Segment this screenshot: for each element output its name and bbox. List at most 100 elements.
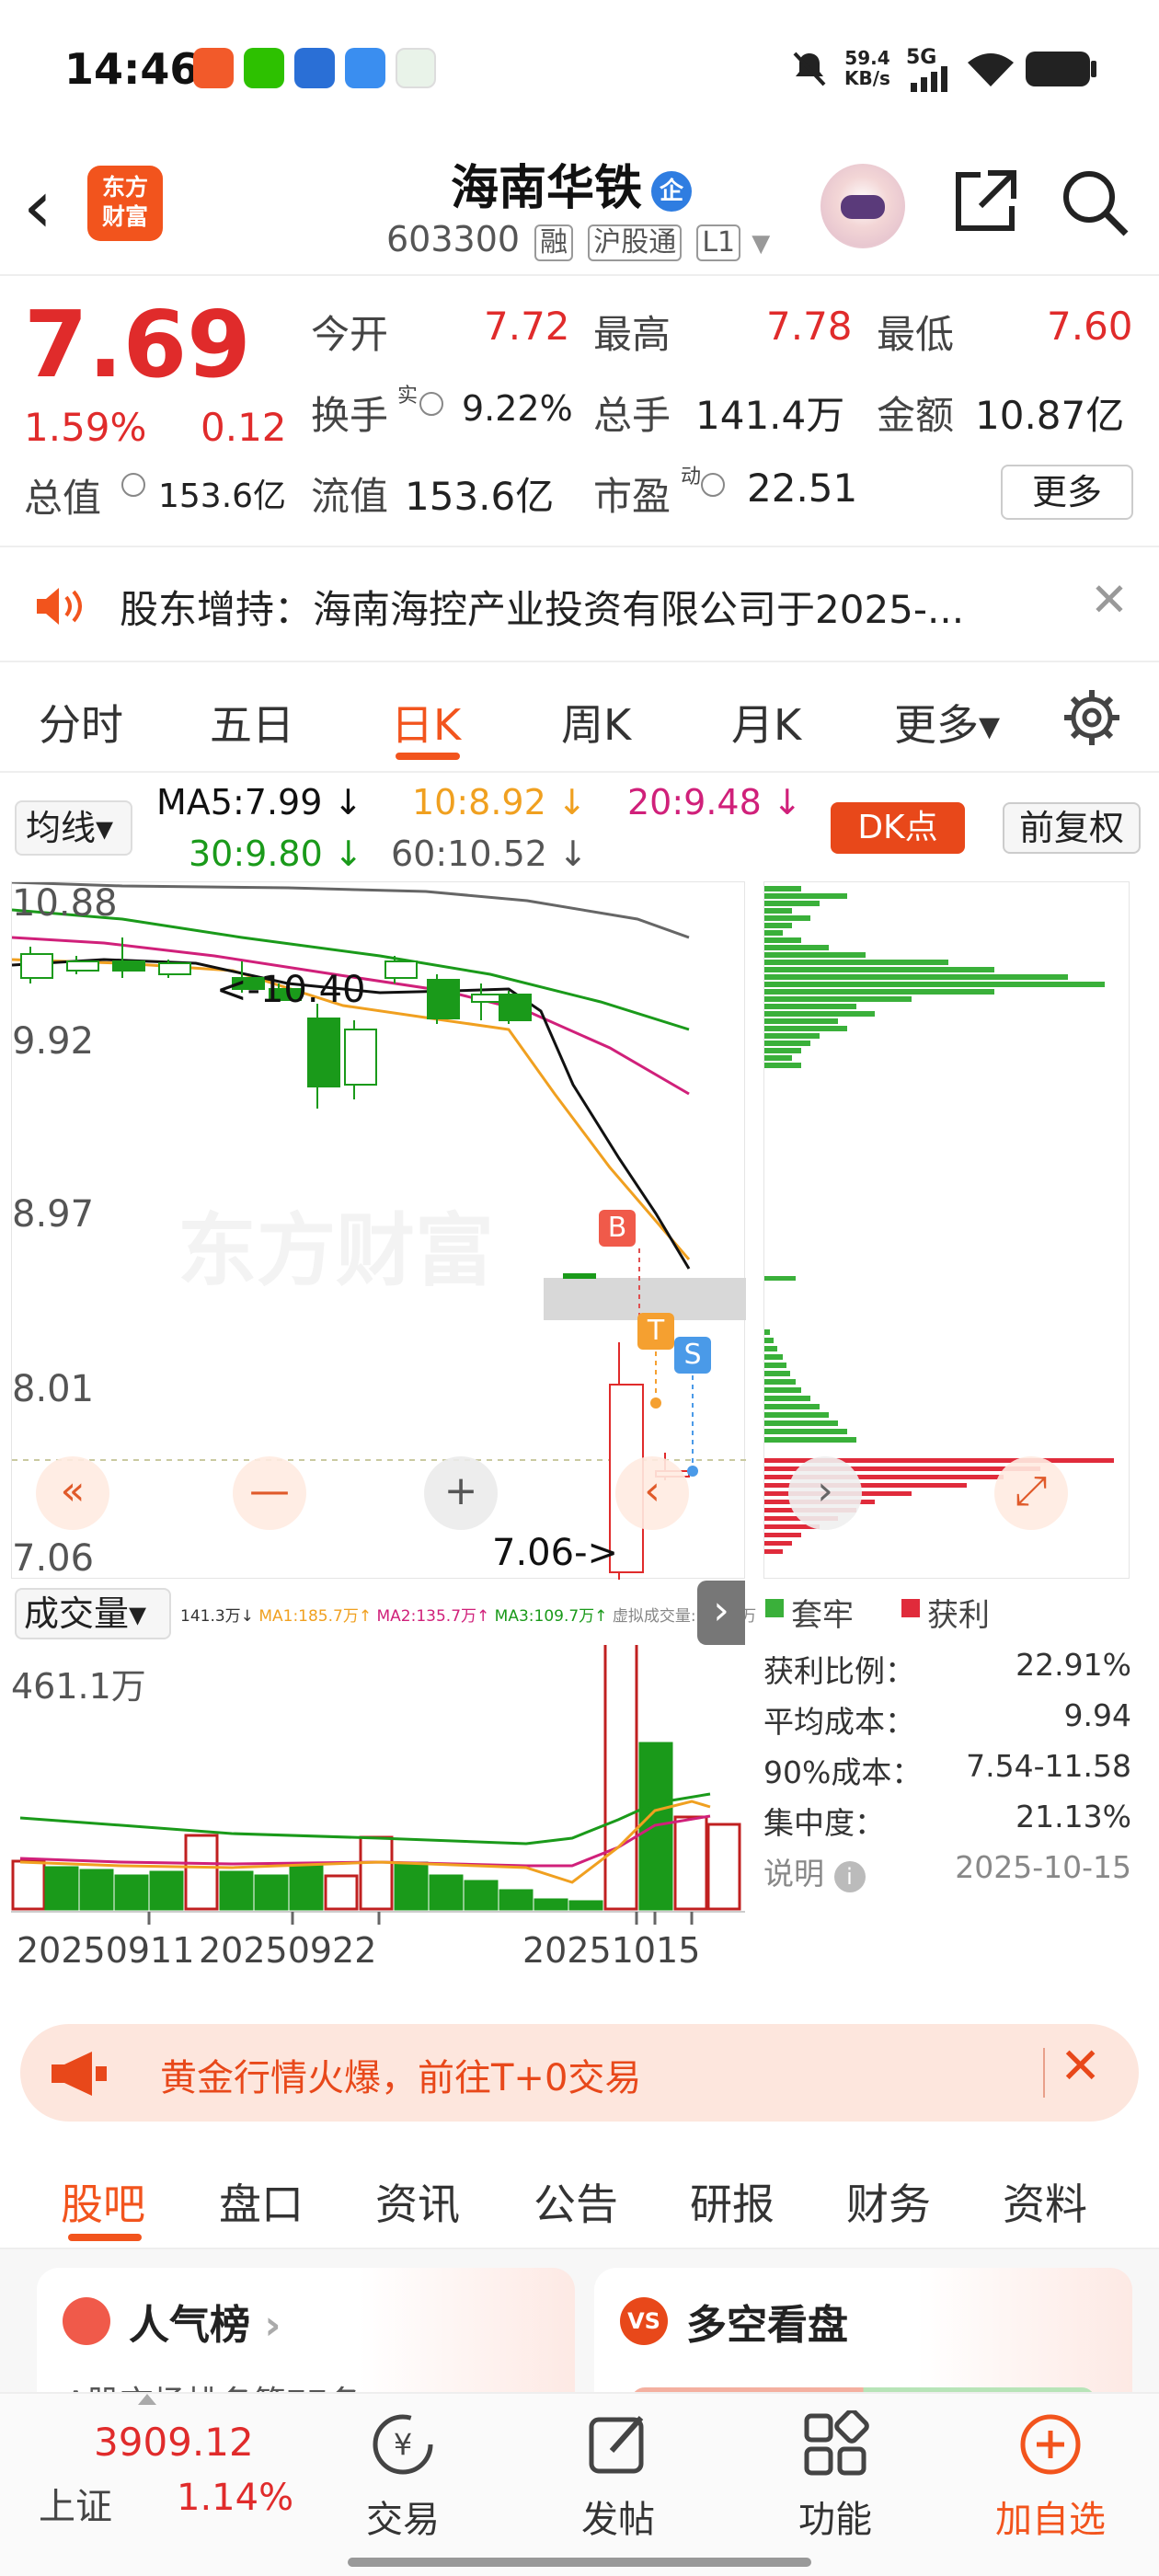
- amount-value: 10.87亿: [975, 393, 1125, 438]
- volume-bar: [359, 1835, 394, 1911]
- more-button[interactable]: 更多: [1001, 465, 1133, 520]
- note-row[interactable]: 说明 i 2025-10-15: [763, 1849, 1131, 1900]
- wechat-icon: [244, 48, 284, 88]
- buy-signal-icon[interactable]: B: [599, 1210, 636, 1247]
- y-label: 10.88: [12, 882, 118, 925]
- info-icon[interactable]: [695, 473, 730, 497]
- notice-bar[interactable]: 股东增持：海南海控产业投资有限公司于2025-... ✕: [0, 547, 1159, 662]
- volume-bar: [394, 1861, 429, 1911]
- chip-bar: [764, 1437, 856, 1443]
- grid-icon: [804, 2409, 869, 2476]
- zoom-in-icon[interactable]: +: [424, 1456, 498, 1530]
- long-short-card[interactable]: VS 多空看盘: [594, 2268, 1132, 2397]
- prev-icon[interactable]: ‹: [615, 1456, 689, 1530]
- sell-signal-icon[interactable]: S: [674, 1337, 711, 1374]
- volume-header: 成交量▾ 141.3万↓ MA1:185.7万↑ MA2:135.7万↑ MA3…: [11, 1581, 756, 1645]
- chip-bar: [764, 1404, 820, 1409]
- chip-bar: [764, 1338, 774, 1343]
- tab-profile[interactable]: 资料: [1003, 2171, 1087, 2232]
- expand-panel-icon[interactable]: ›: [697, 1581, 745, 1645]
- stock-header: ‹ 东方 财富 海南华铁企 603300 融 沪股通 L1 ▼: [0, 138, 1159, 276]
- tab-research[interactable]: 研报: [690, 2171, 775, 2232]
- adjust-button[interactable]: 前复权: [1003, 802, 1141, 854]
- scroll-left-icon[interactable]: «: [36, 1456, 109, 1530]
- tab-monthly-k[interactable]: 月K: [731, 692, 801, 753]
- volume-bar: [673, 1815, 708, 1911]
- megaphone-icon: [52, 2052, 107, 2096]
- info-icon[interactable]: [414, 392, 449, 416]
- vs-icon: VS: [620, 2297, 668, 2345]
- tab-intraday[interactable]: 分时: [39, 692, 123, 753]
- volume-select[interactable]: 成交量▾: [15, 1588, 171, 1639]
- t-signal-icon[interactable]: T: [637, 1313, 674, 1350]
- add-watchlist-button[interactable]: 加自选: [986, 2410, 1115, 2543]
- back-button[interactable]: ‹: [23, 170, 52, 244]
- candle-body: [112, 960, 145, 972]
- turnover-value: 9.22%: [462, 388, 573, 429]
- trade-button[interactable]: ¥ 交易: [339, 2410, 467, 2543]
- profit-swatch: [901, 1599, 920, 1617]
- chip-bar: [764, 1055, 792, 1061]
- dk-points-button[interactable]: DK点: [831, 802, 965, 854]
- signal-dot: [687, 1466, 698, 1477]
- post-button[interactable]: 发帖: [554, 2410, 683, 2543]
- speaker-icon: [37, 588, 82, 625]
- change-value: 0.12: [201, 405, 287, 450]
- tab-underline: [396, 753, 460, 760]
- tab-weekly-k[interactable]: 周K: [561, 692, 631, 753]
- y-label: 8.01: [12, 1368, 95, 1410]
- chip-bar: [764, 1396, 810, 1401]
- promo-banner[interactable]: 黄金行情火爆，前往T+0交易 ✕: [20, 2024, 1139, 2122]
- pe-label: 市盈: [593, 474, 671, 519]
- chip-bar: [764, 1549, 783, 1554]
- expand-icon[interactable]: ⤢: [994, 1456, 1068, 1530]
- chip-bar: [764, 901, 820, 906]
- ma-select[interactable]: 均线▾: [15, 800, 132, 856]
- mute-icon: [793, 52, 826, 86]
- close-icon[interactable]: ✕: [1060, 2037, 1101, 2095]
- chip-bar: [764, 989, 994, 995]
- volume-bar: [11, 1859, 46, 1911]
- tab-more[interactable]: 更多▾: [894, 692, 1000, 753]
- functions-button[interactable]: 功能: [771, 2409, 900, 2543]
- chip-distribution[interactable]: › ⤢: [763, 881, 1130, 1579]
- tag-level: L1: [696, 224, 741, 261]
- volume-bar: [184, 1834, 219, 1911]
- watermark: 东方财富: [178, 1205, 494, 1297]
- assistant-robot-icon[interactable]: [820, 164, 905, 248]
- chip-bar: [764, 952, 866, 958]
- kline-chart[interactable]: 东方财富 10.88 9.92 8.97 8.01 7.06 <-10.40 7…: [11, 881, 746, 1580]
- share-icon[interactable]: [947, 166, 1021, 239]
- search-icon[interactable]: [1058, 166, 1131, 239]
- chip-stats: 获利比例： 22.91% 平均成本： 9.94 90%成本： 7.54-11.58 集…: [763, 1647, 1131, 1923]
- gear-icon[interactable]: [1062, 688, 1121, 747]
- quote-panel: 7.69 1.59% 0.12 总值 153.6亿 今开 7.72 最高 7.7…: [0, 276, 1159, 547]
- tab-announcements[interactable]: 公告: [534, 2171, 618, 2232]
- close-icon[interactable]: ✕: [1090, 573, 1129, 627]
- signal-dot: [650, 1397, 661, 1409]
- ma5-value: MA5:7.99 ↓: [156, 782, 363, 822]
- info-icon[interactable]: [116, 473, 151, 497]
- stock-code-row[interactable]: 603300 融 沪股通 L1 ▼: [386, 219, 770, 261]
- mktcap-value: 153.6亿: [158, 477, 287, 515]
- chip-bar: [764, 923, 792, 928]
- volume-bar: [534, 1898, 568, 1911]
- tab-pankou[interactable]: 盘口: [219, 2171, 304, 2232]
- trade-icon: ¥: [373, 2414, 433, 2475]
- tab-five-day[interactable]: 五日: [210, 692, 294, 753]
- chart-tabs: 分时 五日 日K 周K 月K 更多▾: [0, 662, 1159, 773]
- popularity-card[interactable]: 人气榜 › A股市场排名第77名: [37, 2268, 575, 2397]
- low-marker: 7.06->: [492, 1532, 619, 1574]
- zoom-out-icon[interactable]: —: [233, 1456, 306, 1530]
- chevron-right-icon[interactable]: ›: [788, 1456, 862, 1530]
- tab-finance[interactable]: 财务: [846, 2171, 931, 2232]
- volume-chart[interactable]: 461.1万 20250911 20250922 20251015: [11, 1645, 745, 2004]
- ma60-value: 60:10.52 ↓: [391, 834, 588, 874]
- status-bar: 14:46 59.4 KB/s 5G: [0, 0, 1159, 138]
- tab-guba[interactable]: 股吧: [61, 2171, 145, 2232]
- tab-news[interactable]: 资讯: [375, 2171, 460, 2232]
- tab-daily-k[interactable]: 日K: [391, 692, 461, 753]
- volume-legend: 141.3万↓ MA1:185.7万↑ MA2:135.7万↑ MA3:109.…: [180, 1607, 757, 1626]
- eastmoney-logo[interactable]: 东方 财富: [87, 166, 163, 241]
- chip-bar: [764, 1041, 810, 1046]
